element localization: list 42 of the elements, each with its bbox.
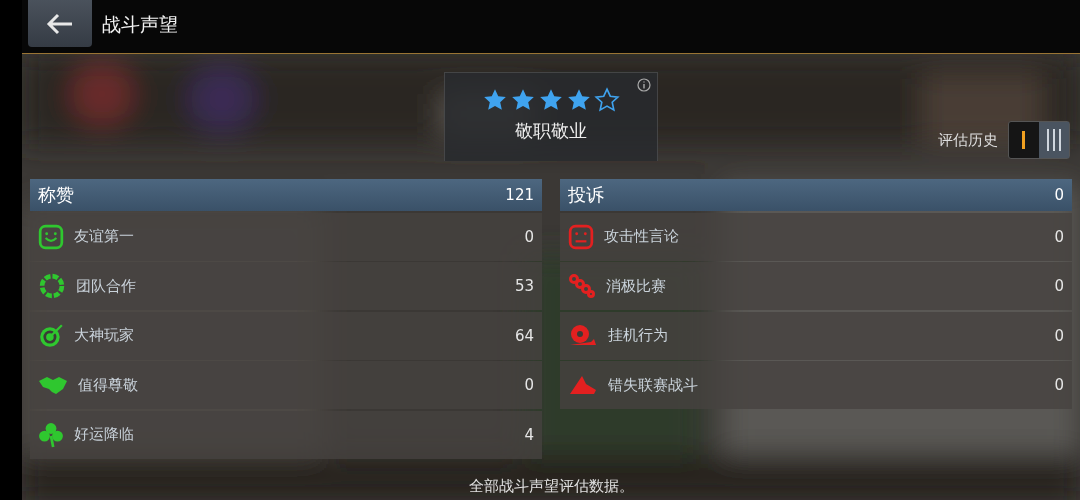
star-icon (538, 87, 564, 113)
star-outline-icon (594, 87, 620, 113)
stat-count: 0 (524, 227, 534, 246)
ring-icon (38, 272, 66, 300)
sad-face-icon (568, 223, 594, 250)
stat-label: 值得尊敬 (78, 375, 139, 395)
panel-title: 称赞 (38, 183, 74, 207)
stat-count: 4 (524, 425, 534, 444)
stat-count: 0 (1054, 277, 1064, 295)
triple-bar-icon (1047, 129, 1061, 151)
stat-count: 64 (514, 326, 534, 345)
star-icon (510, 87, 536, 113)
smiley-face-icon (38, 223, 64, 250)
info-icon[interactable] (637, 78, 651, 92)
panel-total: 0 (1054, 186, 1064, 204)
history-label: 评估历史 (938, 130, 998, 150)
stat-count: 53 (514, 277, 534, 295)
back-arrow-icon (46, 12, 74, 35)
page-title: 战斗声望 (102, 12, 178, 37)
footer-note: 全部战斗声望评估数据。 (468, 477, 634, 495)
single-bar-icon (1022, 131, 1026, 149)
target-icon (38, 322, 64, 349)
star-icon (482, 87, 508, 113)
stat-count: 0 (524, 376, 534, 394)
stat-label: 大神玩家 (74, 326, 135, 345)
stat-count: 0 (1054, 227, 1064, 246)
stat-label: 挂机行为 (608, 326, 669, 345)
stat-label: 团队合作 (76, 276, 137, 296)
view-option[interactable] (1039, 122, 1069, 158)
back-button[interactable] (28, 0, 92, 47)
stat-label: 错失联赛战斗 (608, 375, 699, 395)
stat-label: 攻击性言论 (604, 227, 680, 246)
clover-icon (38, 421, 64, 448)
stat-count: 0 (1054, 376, 1064, 394)
panel-title: 投诉 (568, 183, 604, 207)
stat-label: 好运降临 (74, 425, 135, 444)
panel-total: 121 (505, 186, 534, 204)
stat-label: 友谊第一 (74, 227, 135, 246)
rating-title: 敬职敬业 (515, 119, 587, 143)
star-icon (566, 87, 592, 113)
stat-count: 0 (1054, 326, 1064, 345)
stat-label: 消极比赛 (606, 276, 667, 296)
